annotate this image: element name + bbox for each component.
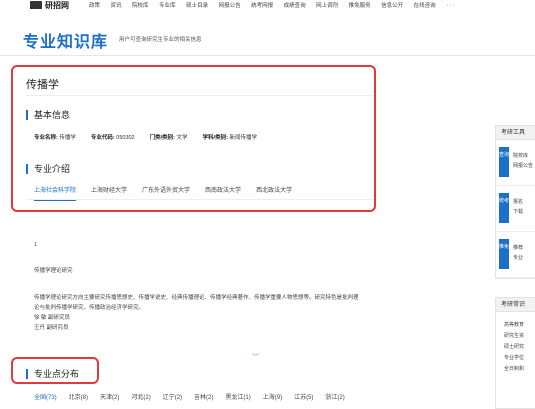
region-tab[interactable]: 河北(2) (131, 392, 150, 401)
tool-link[interactable]: 下载 (513, 207, 523, 217)
tool-row[interactable]: 推免 推荐 专业 (496, 232, 535, 278)
nav-item[interactable]: 专业库 (159, 1, 176, 9)
nav-item[interactable]: 推免服务 (349, 1, 371, 9)
logo-text: 研招网 (45, 0, 69, 10)
tool-link[interactable]: 推荐 (513, 243, 523, 253)
page-subtitle: 用户可查询研究生专业的相关信息 (119, 37, 202, 43)
highlight-box (11, 65, 376, 212)
region-tab[interactable]: 吉林(2) (194, 392, 213, 401)
tool-badge: 查询 (499, 147, 509, 177)
tools-title: 考研工具 (496, 126, 535, 140)
tool-badge: 统考 (499, 193, 509, 223)
region-tabs: 全国(73) 北京(8) 天津(2) 河北(2) 辽宁(2) 吉林(2) 黑龙江… (34, 392, 357, 401)
nav-item[interactable]: 统考网报 (251, 1, 273, 9)
faq-link[interactable]: 高等教育 (504, 320, 535, 331)
tool-links: 报名 下载 (513, 197, 523, 217)
region-tab[interactable]: 黑龙江(1) (225, 392, 250, 401)
faq-list: 高等教育 研究生资 硕士研究 专业学位 全日制和 (496, 312, 535, 375)
nav-item[interactable]: 信息公开 (381, 1, 403, 9)
tool-links: 推荐 专业 (513, 243, 523, 263)
more-icon[interactable]: ··· (446, 2, 456, 9)
researcher: 徐 敏 副研究员 (34, 315, 71, 321)
tool-link[interactable]: 专业 (513, 253, 523, 263)
region-tab[interactable]: 上海(9) (263, 392, 282, 401)
faq-link[interactable]: 硕士研究 (504, 342, 535, 353)
faq-link[interactable]: 全日制和 (504, 364, 535, 375)
direction-title: 传播学理论研究 (34, 268, 73, 274)
faq-title: 考研常识 (496, 298, 535, 312)
top-nav: 研招网 政策 资讯 院校库 专业库 硕士目录 网报公告 统考网报 成绩查询 网上… (0, 0, 535, 12)
faq-link[interactable]: 研究生资 (504, 331, 535, 342)
region-tab[interactable]: 天津(2) (100, 392, 119, 401)
tool-row[interactable]: 查询 院校库 网报公告 (496, 140, 535, 186)
region-tab[interactable]: 全国(73) (34, 392, 57, 401)
graduation-cap-icon (30, 1, 42, 9)
tool-row[interactable]: 统考 报名 下载 (496, 186, 535, 232)
tool-badge: 推免 (499, 239, 509, 269)
tool-link[interactable]: 网报公告 (513, 161, 533, 171)
tools-panel: 考研工具 查询 院校库 网报公告 统考 报名 下载 推免 推荐 专业 (495, 125, 535, 279)
site-logo[interactable]: 研招网 (30, 0, 69, 10)
nav-item[interactable]: 院校库 (132, 1, 149, 9)
page-header: 专业知识库 用户可查询研究生专业的相关信息 (0, 14, 535, 56)
region-tab[interactable]: 江苏(5) (294, 392, 313, 401)
faq-link[interactable]: 专业学位 (504, 353, 535, 364)
nav-item[interactable]: 网上调剂 (316, 1, 338, 9)
nav-menu: 政策 资讯 院校库 专业库 硕士目录 网报公告 统考网报 成绩查询 网上调剂 推… (89, 0, 456, 10)
direction-desc: 传播学理论研究方向主要研究传播思想史、传播学说史、经典传播理论、传播学经典著作、… (34, 293, 474, 333)
nav-item[interactable]: 政策 (89, 1, 100, 9)
nav-item[interactable]: 网报公告 (219, 1, 241, 9)
region-tab[interactable]: 北京(8) (69, 392, 88, 401)
desc-line: 论与批判传播学研究、传播政治经济学研究。 (34, 305, 145, 311)
tool-link[interactable]: 报名 (513, 197, 523, 207)
direction-index: 1 (34, 242, 38, 248)
tool-links: 院校库 网报公告 (513, 151, 533, 171)
page-title: 专业知识库 (23, 34, 109, 51)
nav-item[interactable]: 硕士目录 (186, 1, 208, 9)
region-tab[interactable]: 浙江(2) (325, 392, 344, 401)
highlight-box (11, 357, 99, 384)
region-tab[interactable]: 辽宁(2) (163, 392, 182, 401)
researcher: 王丹 副研究员 (34, 325, 69, 331)
faq-panel: 考研常识 高等教育 研究生资 硕士研究 专业学位 全日制和 (495, 297, 535, 409)
nav-item[interactable]: 在线咨询 (414, 1, 436, 9)
tool-link[interactable]: 院校库 (513, 151, 533, 161)
nav-item[interactable]: 成绩查询 (284, 1, 306, 9)
chevron-down-icon[interactable]: ︾ (243, 352, 268, 362)
nav-item[interactable]: 资讯 (111, 1, 122, 9)
desc-line: 传播学理论研究方向主要研究传播思想史、传播学说史、经典传播理论、传播学经典著作、… (34, 295, 359, 301)
